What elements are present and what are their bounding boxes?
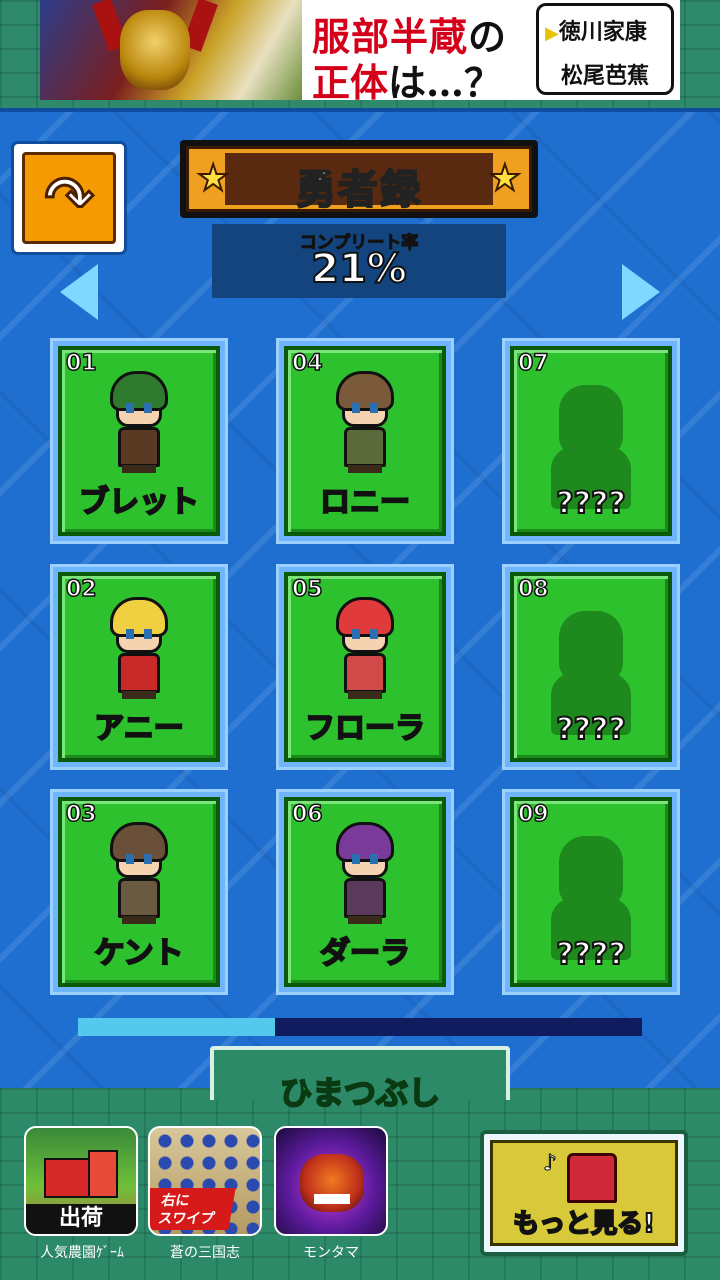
hero-card[interactable]: 09????	[502, 789, 680, 995]
hero-sprite	[104, 597, 174, 701]
triangle-icon: ▶	[545, 23, 559, 44]
hero-card[interactable]: 08????	[502, 564, 680, 770]
ad-banner[interactable]: 服部半蔵の 正体は…？ ▶徳川家康 松尾芭蕉	[40, 0, 680, 100]
arrow-right-icon[interactable]	[622, 264, 660, 320]
ad-artwork	[40, 0, 302, 100]
ad-option-1: ▶徳川家康	[545, 19, 647, 45]
hero-name: フローラ	[304, 710, 426, 747]
bottom-section-label: ひまつぶし	[279, 1073, 441, 1113]
hero-card[interactable]: 02 アニー	[50, 564, 228, 770]
hero-card[interactable]: 05 フローラ	[276, 564, 454, 770]
hero-name: ブレット	[78, 484, 200, 521]
hero-number: 07	[517, 350, 549, 377]
hero-sprite	[330, 822, 400, 926]
app-icon-sangokushi[interactable]: 右に スワイプ	[148, 1126, 262, 1236]
hero-card[interactable]: 04 ロニー	[276, 338, 454, 544]
hero-record-panel: ↶ ★ ★ 勇者録 コンプリート率 21% 01 ブレット 04 ロニー 07???? 0…	[0, 108, 720, 1088]
ad-option-2: 松尾芭蕉	[561, 63, 650, 89]
ad-headline-line2: 正体は…？	[312, 60, 503, 100]
hero-name: ロニー	[319, 484, 411, 521]
hero-name: ケント	[93, 935, 184, 972]
hero-card[interactable]: 03 ケント	[50, 789, 228, 995]
music-note-icon: ♪	[542, 1151, 558, 1177]
completion-rate-box: コンプリート率 21%	[212, 224, 506, 298]
hero-number: 01	[65, 350, 97, 377]
hero-name: ????	[555, 711, 627, 748]
hero-number: 08	[517, 576, 549, 603]
back-arrow-icon: ↶	[43, 163, 95, 234]
app-icon-farm[interactable]: 出荷	[24, 1126, 138, 1236]
completion-rate-value: 21%	[310, 245, 408, 293]
hero-sprite	[104, 822, 174, 926]
hero-sprite	[330, 371, 400, 475]
hero-name: アニー	[93, 710, 184, 747]
hero-name: ????	[555, 485, 627, 522]
hero-number: 03	[65, 801, 97, 828]
more-button-label: もっと見る!	[512, 1208, 656, 1240]
hero-name: ダーラ	[319, 935, 411, 972]
hero-card[interactable]: 07????	[502, 338, 680, 544]
hero-sprite	[104, 371, 174, 475]
app-badge: 右に スワイプ	[150, 1188, 236, 1230]
hero-number: 06	[291, 801, 323, 828]
arrow-left-icon[interactable]	[60, 264, 98, 320]
hero-number: 04	[291, 350, 323, 377]
app-label-farm[interactable]: 人気農園ｹﾞｰﾑ	[12, 1242, 152, 1262]
hero-number: 05	[291, 576, 323, 603]
ad-choice-box[interactable]: ▶徳川家康 松尾芭蕉	[536, 3, 674, 95]
page-progress-fill	[78, 1018, 276, 1036]
page-progress-bar	[78, 1018, 642, 1036]
hero-number: 02	[65, 576, 97, 603]
app-label-sangokushi[interactable]: 蒼の三国志	[135, 1242, 275, 1262]
more-button[interactable]: ♪ もっと見る!	[480, 1130, 688, 1256]
back-button[interactable]: ↶	[14, 144, 124, 252]
hero-number: 09	[517, 801, 549, 828]
title-plate: ★ ★ 勇者録	[180, 140, 538, 218]
app-label-montama[interactable]: モンタマ	[261, 1242, 401, 1262]
app-icon-montama[interactable]	[274, 1126, 388, 1236]
hero-card[interactable]: 01 ブレット	[50, 338, 228, 544]
music-box-icon	[567, 1153, 617, 1203]
app-badge: 出荷	[26, 1204, 136, 1234]
hero-card[interactable]: 06 ダーラ	[276, 789, 454, 995]
hero-name: ????	[555, 936, 627, 973]
page-title: 勇者録	[295, 166, 422, 214]
hero-sprite	[330, 597, 400, 701]
